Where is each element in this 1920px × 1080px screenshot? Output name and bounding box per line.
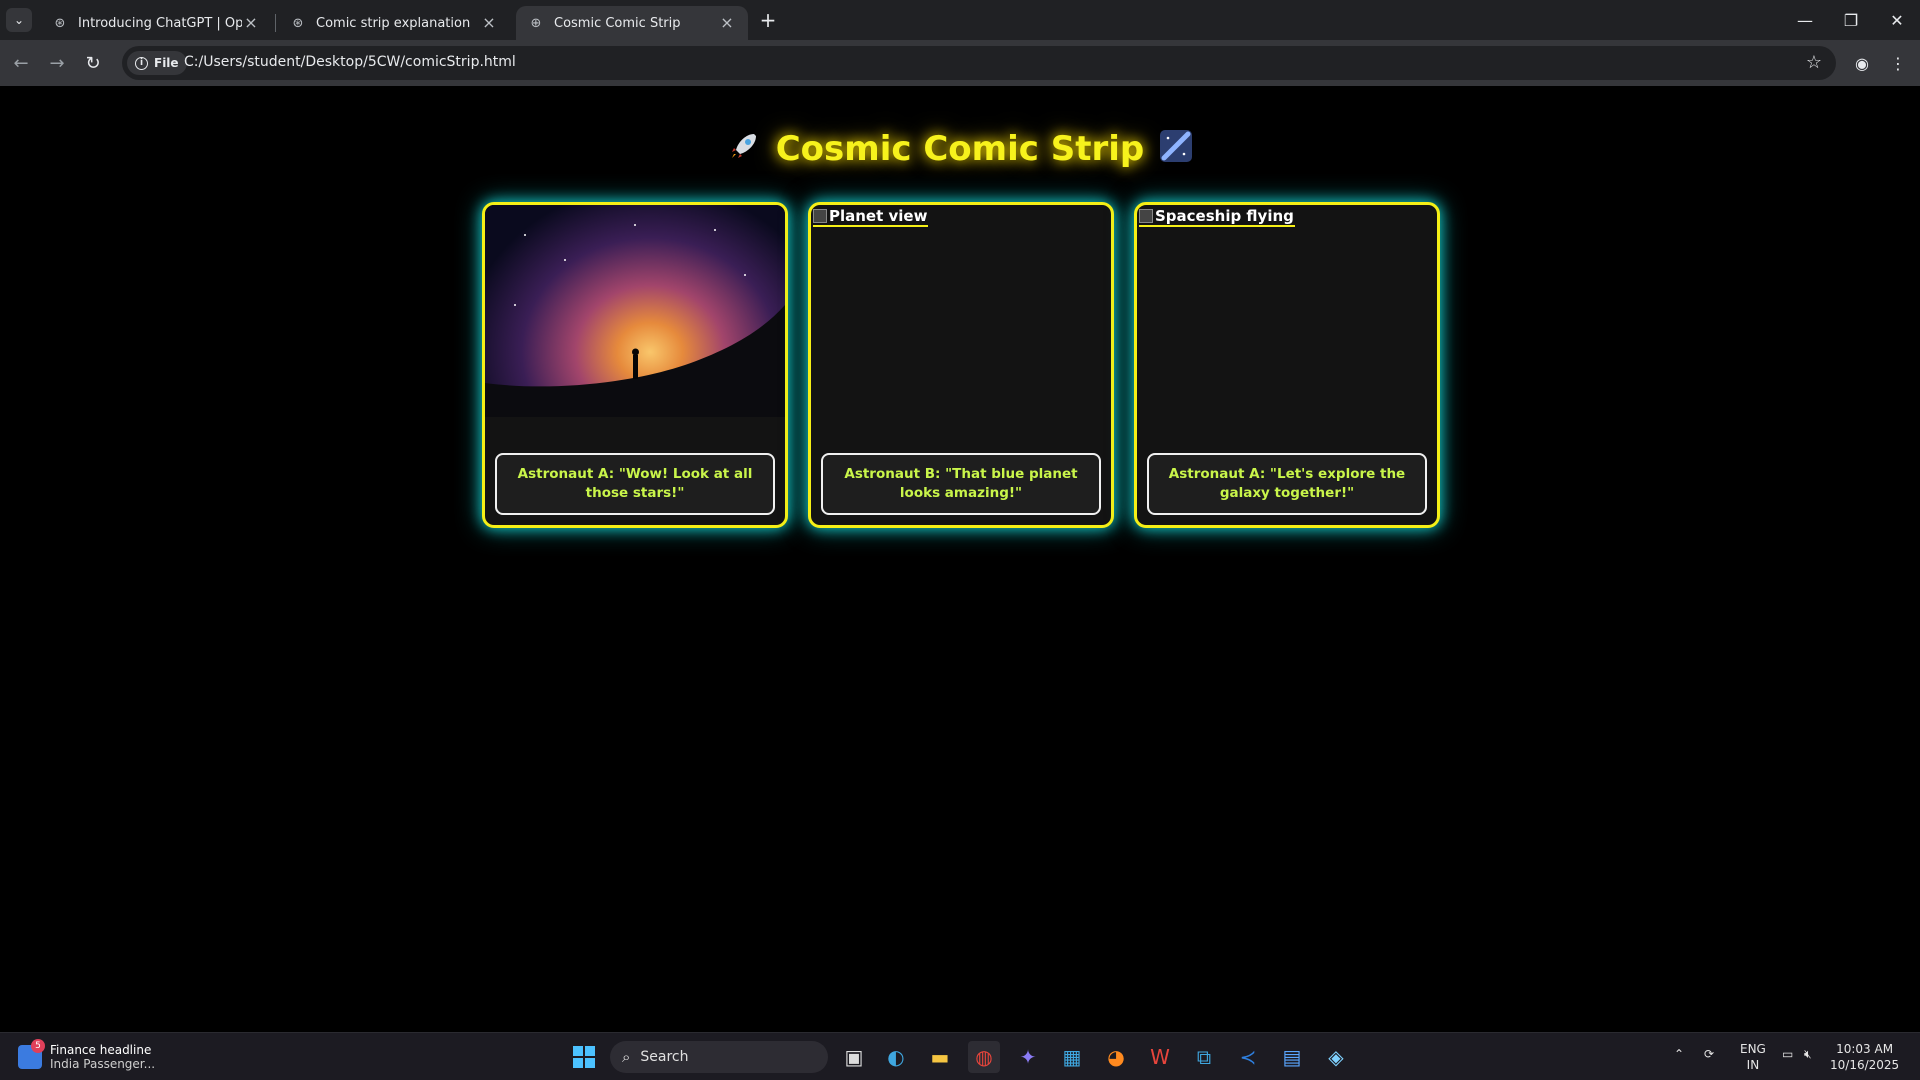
site-info-label: File — [154, 56, 179, 70]
tab-comic-explanation[interactable]: ⊛ Comic strip explanation × — [278, 6, 510, 40]
minimize-button[interactable]: — — [1782, 0, 1828, 40]
sync-icon[interactable]: ⟳ — [1704, 1047, 1714, 1061]
close-tab-icon[interactable]: × — [480, 14, 498, 32]
network-icon[interactable]: ▭ — [1782, 1047, 1793, 1061]
windows-start-icon[interactable] — [568, 1041, 600, 1073]
search-placeholder: Search — [640, 1049, 689, 1065]
close-tab-icon[interactable]: × — [242, 14, 260, 32]
back-button[interactable]: ← — [8, 50, 34, 76]
volume-muted-icon[interactable]: 🔇︎ — [1804, 1047, 1812, 1062]
openai-icon: ⊛ — [54, 15, 66, 31]
taskbar: 5 Finance headline India Passenger... ⌕ … — [0, 1032, 1920, 1080]
copilot-icon[interactable]: ✦ — [1012, 1041, 1044, 1073]
news-subline: India Passenger... — [50, 1057, 156, 1071]
firefox-icon[interactable]: ◕ — [1100, 1041, 1132, 1073]
broken-image-icon — [813, 209, 827, 223]
clock-date: 10/16/2025 — [1830, 1058, 1900, 1072]
broken-image: Spaceship flying — [1139, 207, 1295, 227]
task-view-icon[interactable]: ▣ — [838, 1041, 870, 1073]
tab-title: Cosmic Comic Strip — [554, 15, 681, 31]
browser-toolbar: ← → ↻ i File C:/Users/student/Desktop/5C… — [0, 40, 1920, 86]
tab-title: Introducing ChatGPT | OpenAI — [78, 15, 242, 31]
reload-button[interactable]: ↻ — [80, 50, 106, 76]
tab-cosmic-comic-strip[interactable]: ⊕ Cosmic Comic Strip × — [516, 6, 748, 40]
page-title-text: Cosmic Comic Strip — [775, 129, 1145, 169]
comic-panel-2: Planet view Astronaut B: "That blue plan… — [808, 202, 1114, 528]
page-viewport: Cosmic Comic Strip Astronaut A: "Wow! Lo… — [0, 86, 1920, 1032]
speech-caption: Astronaut B: "That blue planet looks ama… — [821, 453, 1101, 515]
info-icon: i — [135, 56, 148, 70]
profile-icon[interactable]: ◉ — [1848, 49, 1876, 77]
news-headline: Finance headline — [50, 1043, 152, 1057]
menu-kebab-icon[interactable]: ⋮ — [1884, 49, 1912, 77]
show-hidden-icons-chevron[interactable]: ⌃ — [1674, 1047, 1684, 1061]
comic-panel-3: Spaceship flying Astronaut A: "Let's exp… — [1134, 202, 1440, 528]
notepad-icon[interactable]: ▤ — [1276, 1041, 1308, 1073]
rocket-icon — [731, 134, 756, 158]
milky-way-image — [485, 205, 785, 417]
search-icon: ⌕ — [622, 1048, 631, 1066]
url-text[interactable]: C:/Users/student/Desktop/5CW/comicStrip.… — [184, 54, 516, 70]
image-alt-text: Spaceship flying — [1155, 207, 1294, 225]
tab-title: Comic strip explanation — [316, 15, 471, 31]
close-window-button[interactable]: ✕ — [1874, 0, 1920, 40]
broken-image: Planet view — [813, 207, 929, 227]
speech-caption: Astronaut A: "Wow! Look at all those sta… — [495, 453, 775, 515]
vscode-icon[interactable]: ≺ — [1232, 1041, 1264, 1073]
milky-way-icon — [1160, 130, 1193, 162]
store-icon[interactable]: ▦ — [1056, 1041, 1088, 1073]
address-bar[interactable]: i File C:/Users/student/Desktop/5CW/comi… — [122, 46, 1836, 80]
system-clock[interactable]: 10:03 AM 10/16/2025 — [1830, 1041, 1899, 1073]
snipping-tool-icon[interactable]: ⧉ — [1188, 1041, 1220, 1073]
edge-icon[interactable]: ◐ — [880, 1041, 912, 1073]
new-tab-button[interactable]: + — [756, 8, 780, 32]
language-code: ENG — [1740, 1042, 1766, 1056]
globe-icon: ⊕ — [530, 15, 542, 31]
image-alt-text: Planet view — [829, 207, 928, 225]
tab-openai[interactable]: ⊛ Introducing ChatGPT | OpenAI × — [40, 6, 272, 40]
openai-icon: ⊛ — [292, 15, 304, 31]
silhouette-landscape — [485, 224, 785, 417]
page-title: Cosmic Comic Strip — [0, 128, 1920, 169]
broken-image-icon — [1139, 209, 1153, 223]
app-eye-icon[interactable]: ◈ — [1320, 1041, 1352, 1073]
forward-button[interactable]: → — [44, 50, 70, 76]
restore-button[interactable]: ❐ — [1828, 0, 1874, 40]
wps-office-icon[interactable]: W — [1144, 1041, 1176, 1073]
taskbar-search[interactable]: ⌕ Search — [610, 1041, 828, 1073]
site-info-chip[interactable]: i File — [127, 51, 187, 75]
bookmark-star-icon[interactable]: ☆ — [1806, 52, 1822, 73]
close-tab-icon[interactable]: × — [718, 14, 736, 32]
file-explorer-icon[interactable]: ▬ — [924, 1041, 956, 1073]
clock-time: 10:03 AM — [1836, 1042, 1894, 1056]
comic-panel-1: Astronaut A: "Wow! Look at all those sta… — [482, 202, 788, 528]
news-widget[interactable]: 5 Finance headline India Passenger... — [18, 1039, 155, 1075]
speech-caption: Astronaut A: "Let's explore the galaxy t… — [1147, 453, 1427, 515]
tab-search-button[interactable]: ⌄ — [6, 8, 32, 32]
tab-bar: ⌄ ⊛ Introducing ChatGPT | OpenAI × ⊛ Com… — [0, 0, 1920, 40]
notification-badge: 5 — [31, 1039, 45, 1053]
tab-separator — [275, 14, 276, 32]
region-code: IN — [1746, 1058, 1760, 1072]
language-indicator[interactable]: ENG IN — [1740, 1041, 1766, 1073]
chrome-icon[interactable]: ◍ — [968, 1041, 1000, 1073]
news-icon: 5 — [18, 1039, 45, 1069]
